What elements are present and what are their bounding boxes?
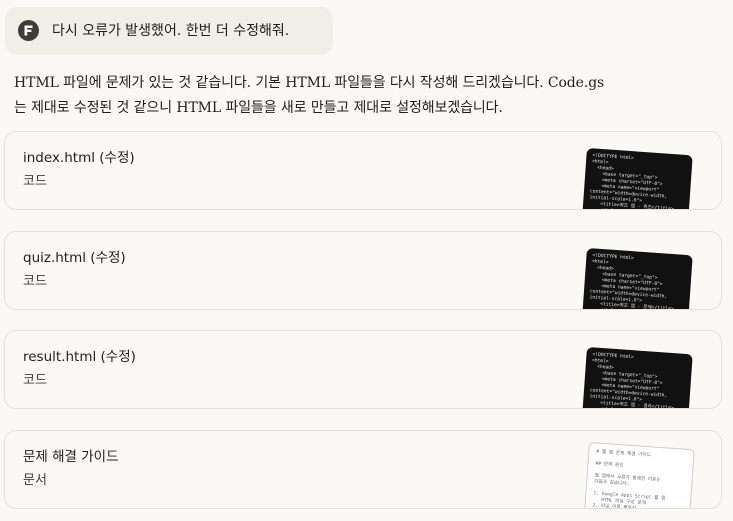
artifact-title: quiz.html (수정) [23, 250, 126, 266]
code-preview-thumbnail: <!DOCTYPE html> <html> <head> <base targ… [581, 148, 693, 209]
artifact-card-index-html[interactable]: index.html (수정) 코드 <!DOCTYPE html> <html… [4, 131, 722, 210]
artifact-card-result-html[interactable]: result.html (수정) 코드 <!DOCTYPE html> <htm… [4, 330, 722, 409]
assistant-response-line-2: 는 제대로 수정된 것 같으니 HTML 파일들을 새로 만들고 제대로 설정해… [14, 100, 503, 116]
artifact-type-label: 문서 [23, 473, 47, 488]
user-message-bubble: 다시 오류가 발생했어. 한번 더 수정해줘. [5, 7, 333, 55]
assistant-response: HTML 파일에 문제가 있는 것 같습니다. 기본 HTML 파일들을 다시 … [14, 71, 714, 121]
artifact-type-label: 코드 [23, 174, 47, 189]
artifact-type-label: 코드 [23, 274, 47, 289]
artifact-card-quiz-html[interactable]: quiz.html (수정) 코드 <!DOCTYPE html> <html>… [4, 231, 722, 310]
artifact-card-troubleshooting-guide[interactable]: 문제 해결 가이드 문서 # 웹 앱 문제 해결 가이드 ## 문제 원인 웹 … [4, 430, 722, 509]
user-avatar[interactable] [18, 20, 39, 41]
chat-view: 다시 오류가 발생했어. 한번 더 수정해줘. HTML 파일에 문제가 있는 … [0, 0, 733, 521]
artifact-title: result.html (수정) [23, 349, 136, 365]
artifact-title: index.html (수정) [23, 150, 135, 166]
artifact-type-label: 코드 [23, 373, 47, 388]
user-message-text: 다시 오류가 발생했어. 한번 더 수정해줘. [52, 23, 290, 39]
document-preview-thumbnail: # 웹 앱 문제 해결 가이드 ## 문제 원인 웹 앱에서 오류가 발생한 이… [583, 442, 695, 508]
avatar-letter-f-icon [24, 25, 33, 36]
code-preview-thumbnail: <!DOCTYPE html> <html> <head> <base targ… [581, 347, 693, 408]
artifact-title: 문제 해결 가이드 [23, 449, 119, 465]
code-preview-thumbnail: <!DOCTYPE html> <html> <head> <base targ… [581, 248, 693, 309]
assistant-response-line-1: HTML 파일에 문제가 있는 것 같습니다. 기본 HTML 파일들을 다시 … [14, 75, 605, 91]
